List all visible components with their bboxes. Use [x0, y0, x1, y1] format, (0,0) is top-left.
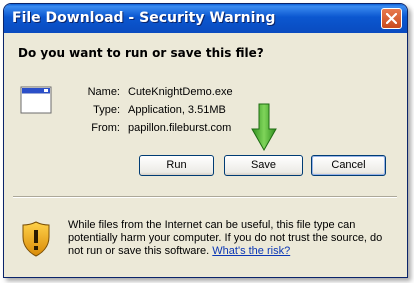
warning-text: While files from the Internet can be use… — [68, 219, 398, 258]
divider — [13, 196, 397, 198]
title-bar[interactable]: File Download - Security Warning — [4, 4, 407, 33]
type-value: Application, 3.51MB — [128, 104, 226, 116]
security-warning-dialog: File Download - Security Warning Do you … — [3, 3, 408, 278]
whats-the-risk-link[interactable]: What's the risk? — [212, 245, 290, 257]
cancel-button[interactable]: Cancel — [311, 155, 386, 176]
save-button[interactable]: Save — [224, 155, 303, 176]
question-heading: Do you want to run or save this file? — [18, 46, 264, 60]
file-info-panel: Do you want to run or save this file? Na… — [4, 33, 407, 192]
application-window-icon — [20, 86, 52, 114]
close-icon — [386, 13, 397, 24]
name-label: Name: — [87, 86, 120, 98]
window-title: File Download - Security Warning — [12, 10, 276, 26]
close-button[interactable] — [381, 8, 402, 29]
warning-panel: While files from the Internet can be use… — [4, 199, 407, 277]
from-label: From: — [91, 122, 120, 134]
security-shield-icon — [22, 221, 50, 257]
name-value: CuteKnightDemo.exe — [128, 86, 233, 98]
from-value: papillon.fileburst.com — [128, 122, 232, 134]
green-arrow-icon — [251, 103, 277, 151]
type-label: Type: — [93, 104, 120, 116]
run-button[interactable]: Run — [139, 155, 214, 176]
